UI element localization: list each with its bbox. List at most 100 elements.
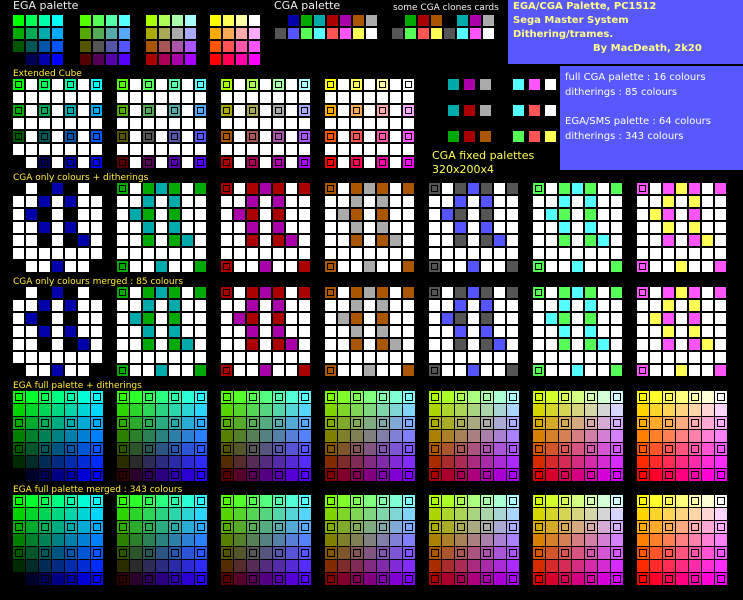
color-swatch (663, 261, 674, 272)
color-swatch (351, 352, 362, 363)
color-swatch (65, 300, 76, 311)
color-swatch (39, 157, 50, 168)
cga-palette-label: CGA palette (274, 0, 341, 12)
color-swatch (91, 261, 102, 272)
color-swatch (676, 508, 688, 520)
color-swatch (403, 534, 415, 546)
color-swatch (169, 456, 181, 468)
color-swatch (26, 92, 37, 103)
color-swatch (182, 573, 194, 585)
color-swatch (65, 196, 76, 207)
color-swatch (13, 560, 25, 572)
color-swatch (546, 300, 557, 311)
color-swatch (689, 248, 700, 259)
color-swatch (234, 313, 245, 324)
color-swatch (65, 222, 76, 233)
color-swatch (377, 365, 388, 376)
color-swatch (169, 222, 180, 233)
color-swatch (169, 560, 181, 572)
color-swatch (455, 183, 466, 194)
color-swatch (78, 79, 89, 90)
color-swatch (182, 521, 194, 533)
color-swatch (689, 495, 701, 507)
color-swatch (351, 508, 363, 520)
color-swatch (182, 469, 194, 481)
color-swatch (247, 547, 259, 559)
color-swatch (702, 300, 713, 311)
color-swatch (351, 131, 362, 142)
color-swatch (39, 365, 50, 376)
color-swatch (351, 560, 363, 572)
color-swatch (182, 443, 194, 455)
color-swatch (221, 508, 233, 520)
color-swatch (91, 209, 102, 220)
color-swatch (223, 15, 234, 26)
color-swatch (650, 235, 661, 246)
color-swatch (559, 300, 570, 311)
color-swatch (663, 287, 674, 298)
color-swatch (130, 235, 141, 246)
color-swatch (403, 508, 415, 520)
color-swatch (286, 352, 297, 363)
color-swatch (39, 144, 50, 155)
color-swatch (431, 28, 442, 39)
color-swatch (156, 456, 168, 468)
color-swatch (169, 573, 181, 585)
color-swatch (455, 352, 466, 363)
color-swatch (182, 248, 193, 259)
color-swatch (507, 560, 519, 572)
color-swatch (156, 508, 168, 520)
color-swatch (143, 157, 154, 168)
color-swatch (234, 547, 246, 559)
color-swatch (637, 443, 649, 455)
color-swatch (65, 248, 76, 259)
color-swatch (221, 118, 232, 129)
color-swatch (39, 560, 51, 572)
color-swatch (494, 404, 506, 416)
color-swatch (663, 443, 675, 455)
color-swatch (468, 287, 479, 298)
color-swatch (715, 469, 727, 481)
color-swatch (325, 131, 336, 142)
color-swatch (338, 547, 350, 559)
color-swatch (559, 456, 571, 468)
color-swatch (715, 391, 727, 403)
color-swatch (26, 183, 37, 194)
color-swatch (637, 196, 648, 207)
color-swatch (572, 547, 584, 559)
color-swatch (598, 183, 609, 194)
color-swatch (286, 391, 298, 403)
color-swatch (65, 417, 77, 429)
color-swatch (455, 391, 467, 403)
color-swatch (351, 300, 362, 311)
color-swatch (455, 534, 467, 546)
color-swatch (169, 417, 181, 429)
color-swatch (247, 495, 259, 507)
color-swatch (364, 521, 376, 533)
color-swatch (195, 469, 207, 481)
color-swatch (13, 326, 24, 337)
color-swatch (130, 521, 142, 533)
color-swatch (247, 131, 258, 142)
color-swatch (169, 508, 181, 520)
color-swatch (507, 248, 518, 259)
color-swatch (676, 391, 688, 403)
color-swatch (143, 521, 155, 533)
color-swatch (13, 521, 25, 533)
color-swatch (39, 469, 51, 481)
color-swatch (143, 560, 155, 572)
color-swatch (559, 443, 571, 455)
color-swatch (429, 456, 441, 468)
color-swatch (598, 547, 610, 559)
color-swatch (598, 495, 610, 507)
color-swatch (676, 183, 687, 194)
color-swatch (572, 521, 584, 533)
color-swatch (611, 222, 622, 233)
color-swatch (689, 404, 701, 416)
color-swatch (182, 391, 194, 403)
color-swatch (314, 15, 325, 26)
color-swatch (143, 417, 155, 429)
color-swatch (455, 248, 466, 259)
color-swatch (273, 105, 284, 116)
color-swatch (286, 79, 297, 90)
